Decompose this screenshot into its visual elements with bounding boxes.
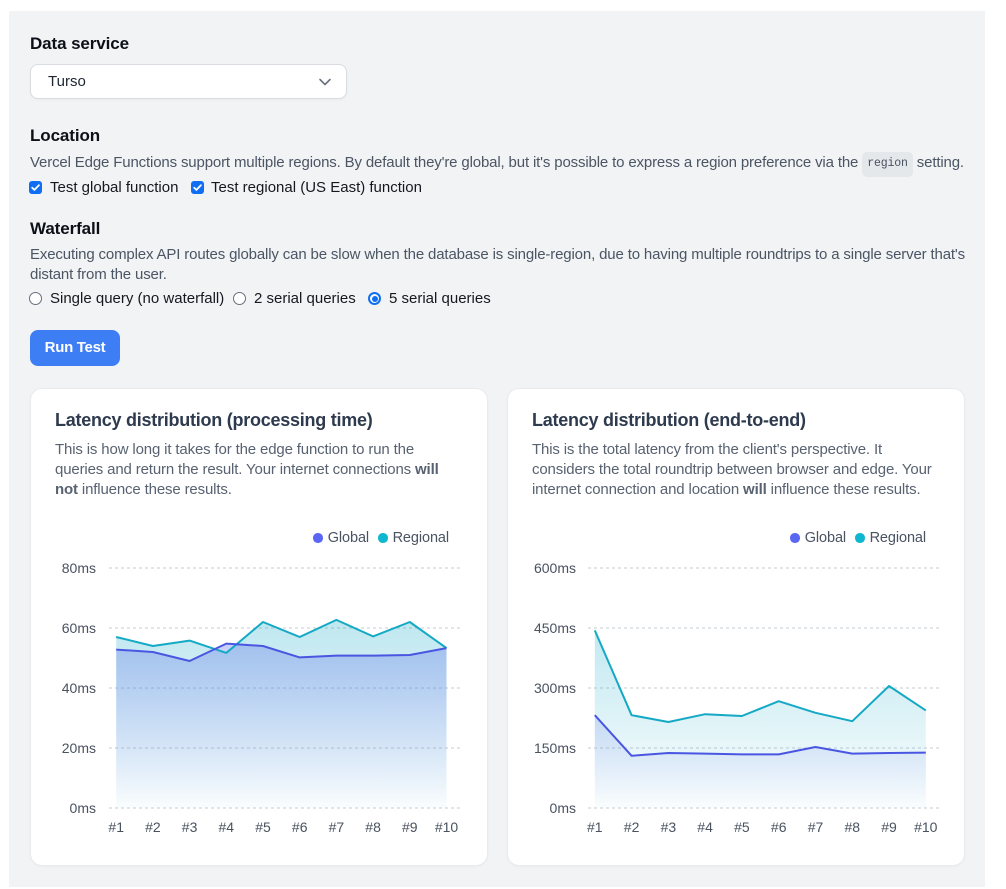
- svg-text:#8: #8: [365, 819, 381, 835]
- svg-text:#2: #2: [145, 819, 161, 835]
- svg-text:600ms: 600ms: [534, 560, 576, 576]
- svg-text:80ms: 80ms: [62, 560, 96, 576]
- svg-text:#4: #4: [219, 819, 235, 835]
- svg-text:#9: #9: [402, 819, 418, 835]
- svg-text:#10: #10: [435, 819, 459, 835]
- svg-text:150ms: 150ms: [534, 740, 576, 756]
- svg-text:#7: #7: [808, 819, 824, 835]
- svg-text:#8: #8: [845, 819, 861, 835]
- svg-text:#5: #5: [255, 819, 271, 835]
- svg-text:#4: #4: [697, 819, 713, 835]
- svg-text:#1: #1: [108, 819, 124, 835]
- svg-text:#9: #9: [881, 819, 897, 835]
- svg-text:#2: #2: [624, 819, 640, 835]
- svg-text:450ms: 450ms: [534, 620, 576, 636]
- svg-text:#7: #7: [329, 819, 345, 835]
- svg-text:300ms: 300ms: [534, 680, 576, 696]
- svg-text:#6: #6: [292, 819, 308, 835]
- svg-text:#6: #6: [771, 819, 787, 835]
- svg-text:#3: #3: [661, 819, 677, 835]
- svg-text:#3: #3: [182, 819, 198, 835]
- svg-text:0ms: 0ms: [70, 800, 96, 816]
- svg-text:#1: #1: [587, 819, 603, 835]
- svg-text:20ms: 20ms: [62, 740, 96, 756]
- svg-text:0ms: 0ms: [550, 800, 576, 816]
- svg-text:60ms: 60ms: [62, 620, 96, 636]
- svg-text:#5: #5: [734, 819, 750, 835]
- svg-text:#10: #10: [914, 819, 938, 835]
- svg-text:40ms: 40ms: [62, 680, 96, 696]
